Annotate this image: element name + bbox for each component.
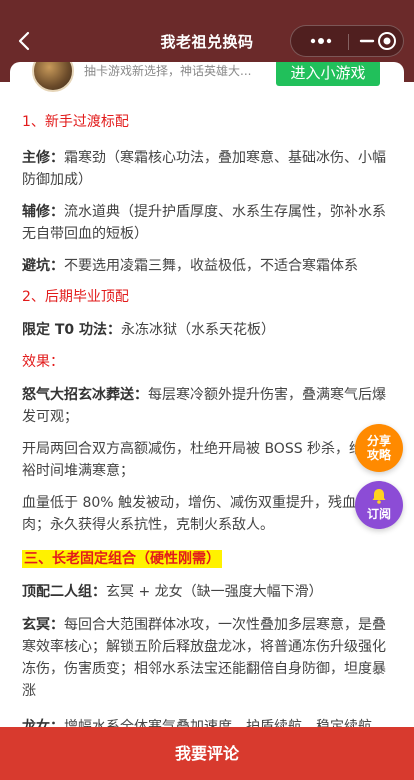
label-xuanming: 玄冥： [22,617,64,633]
game-avatar[interactable] [32,62,74,92]
mini-program-capsule [290,25,404,57]
bell-icon [372,489,386,504]
paragraph-assist-skill: 辅修：流水道典（提升护盾厚度、水系生存属性，弥补水系无自带回血的短板） [22,201,394,245]
label-assist: 辅修： [22,204,64,220]
text-assist: 流水道典（提升护盾厚度、水系生存属性，弥补水系无自带回血的短板） [22,204,386,242]
text-avoid: 不要选用凌霜三舞，收益极低，不适合寒霜体系 [64,258,358,274]
text-xuanming: 每回合大范围群体冰攻，一次性叠加多层寒意，是叠寒效率核心；解锁五阶后释放盘龙冰，… [22,617,386,699]
subscribe-button[interactable]: 订阅 [355,481,403,529]
paragraph-t0-skill: 限定 T0 功法：永冻冰狱（水系天花板） [22,319,394,341]
paragraph-avoid: 避坑：不要选用凌霜三舞，收益极低，不适合寒霜体系 [22,255,394,277]
label-t0: 限定 T0 功法： [22,322,122,338]
label-ultimate: 怒气大招玄冰葬送： [22,387,148,403]
highlighted-title: 三、长老固定组合（硬性刚需） [22,550,222,568]
enter-mini-game-button[interactable]: 进入小游戏 [276,62,380,86]
section-title-1: 1、新手过渡标配 [22,114,129,130]
paragraph-xuanming: 玄冥：每回合大范围群体冰攻，一次性叠加多层寒意，是叠寒效率核心；解锁五阶后释放盘… [22,614,394,702]
text-longnu: 增幅水系全体寒气叠加速度，护盾续航，稳定续航 [64,719,372,727]
promo-description: 抽卡游戏新选择，神话英雄大... [84,64,252,78]
paragraph-ultimate: 怒气大招玄冰葬送：每层寒冷额外提升伤害，叠满寒气后爆发可观； [22,384,394,428]
more-dots-icon[interactable] [301,26,341,56]
share-label-line2: 攻略 [366,448,391,462]
label-longnu: 龙女： [22,719,64,727]
section-title-3: 三、长老固定组合（硬性刚需） [22,548,394,570]
label-main: 主修： [22,150,64,166]
paragraph-main-skill: 主修：霜寒劲（寒霜核心功法，叠加寒意、基础冰伤、小幅防御加成） [22,147,394,191]
paragraph-low-hp: 血量低于 80% 触发被动，增伤、减伤双重提升，残血也能肉；永久获得火系抗性，克… [22,495,385,533]
close-target-icon[interactable] [371,26,403,56]
share-guide-button[interactable]: 分享 攻略 [355,424,403,472]
mini-game-promo: 抽卡游戏新选择，神话英雄大... 进入小游戏 [10,62,404,96]
effect-label: 效果： [22,354,64,370]
article-card: 抽卡游戏新选择，神话英雄大... 进入小游戏 1、新手过渡标配 主修：霜寒劲（寒… [10,62,404,727]
comment-button[interactable]: 我要评论 [0,727,414,780]
label-duo: 顶配二人组： [22,584,106,600]
section-title-2: 2、后期毕业顶配 [22,289,129,305]
paragraph-opening: 开局两回合双方高额减伤，杜绝开局被 BOSS 秒杀，给你充裕时间堆满寒意； [22,441,392,479]
paragraph-duo: 顶配二人组：玄冥 + 龙女（缺一强度大幅下滑） [22,581,394,603]
text-main: 霜寒劲（寒霜核心功法，叠加寒意、基础冰伤、小幅防御加成） [22,150,386,188]
label-avoid: 避坑： [22,258,64,274]
paragraph-longnu: 龙女：增幅水系全体寒气叠加速度，护盾续航，稳定续航 [22,716,394,727]
capsule-divider [348,34,349,50]
share-label-line1: 分享 [366,434,391,448]
subscribe-label: 订阅 [366,507,391,521]
text-duo: 玄冥 + 龙女（缺一强度大幅下滑） [106,584,323,600]
text-t0: 永冻冰狱（水系天花板） [121,322,276,338]
